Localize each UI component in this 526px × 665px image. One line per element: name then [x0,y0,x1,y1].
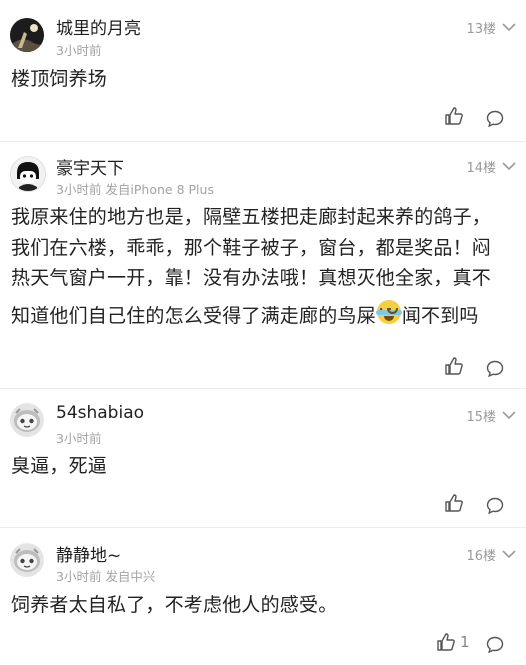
username[interactable]: 豪宇天下 [56,154,124,179]
username[interactable]: 54shabiao [56,403,144,423]
floor-number: 13楼 [466,22,496,37]
thumbs-up-icon[interactable] [444,493,464,513]
timestamp: 3小时前 发自iPhone 8 Plus [56,182,214,197]
comment-line: 闻不到吗 [401,304,479,327]
thumbs-up-icon[interactable] [436,632,456,652]
floor-number: 15楼 [466,410,496,425]
avatar[interactable] [10,156,46,192]
timestamp: 3小时前 发自中兴 [56,569,156,584]
chevron-down-icon[interactable] [502,22,516,32]
comment-bubble-icon[interactable] [486,360,504,377]
like-count: 1 [460,633,470,651]
comment-line: 楼顶饲养场 [11,68,108,90]
comment-line: 臭逼，死逼 [11,455,108,477]
comment-line: 饲养者太自私了，不考虑他人的感受。 [11,594,338,616]
crying-laughing-emoji-icon [375,299,402,324]
comment-actions [444,356,504,378]
chevron-down-icon[interactable] [502,161,516,171]
timestamp: 3小时前 [56,43,102,58]
comment-line-wrap: 知道他们自己住的怎么受得了满走廊的鸟屎 闻不到吗 [11,299,514,332]
comment-bubble-icon[interactable] [486,110,504,127]
comment-text: 饲养者太自私了，不考虑他人的感受。 [11,590,514,621]
comment-line: 知道他们自己住的怎么受得了满走廊的鸟屎 [11,304,376,327]
comment-actions [444,106,504,128]
username[interactable]: 城里的月亮 [56,14,141,39]
chevron-down-icon[interactable] [502,549,516,559]
floor-number: 14楼 [466,161,496,176]
comment-line: 我们在六楼，乖乖，那个鞋子被子，窗台，都是奖品！闷 [11,236,492,259]
comment-item: 城里的月亮 3小时前 13楼 楼顶饲养场 [0,0,526,141]
comment-text: 我原来住的地方也是，隔壁五楼把走廊封起来养的鸽子， 我们在六楼，乖乖，那个鞋子被… [11,202,514,331]
comment-text: 臭逼，死逼 [11,451,514,482]
avatar[interactable] [10,18,44,52]
comment-actions: 1 [437,632,504,654]
comment-bubble-icon[interactable] [486,636,504,653]
avatar[interactable] [10,403,44,437]
avatar[interactable] [10,543,44,577]
floor-number: 16楼 [466,549,496,564]
timestamp: 3小时前 [56,431,102,446]
thumbs-up-icon[interactable] [444,356,464,376]
comment-line: 我原来住的地方也是，隔壁五楼把走廊封起来养的鸽子， [11,206,492,228]
comment-item: 豪宇天下 3小时前 发自iPhone 8 Plus 14楼 我原来住的地方也是，… [0,142,526,388]
thumbs-up-icon[interactable] [444,106,464,126]
comment-text: 楼顶饲养场 [11,64,514,95]
username[interactable]: 静静地~ [56,541,121,566]
comment-item: 54shabiao 3小时前 15楼 臭逼，死逼 [0,389,526,527]
comment-bubble-icon[interactable] [486,497,504,514]
chevron-down-icon[interactable] [502,410,516,420]
comment-line: 热天气窗户一开，靠！没有办法哦！真想灭他全家，真不 [11,267,492,289]
comment-actions [444,493,504,515]
comment-item: 静静地~ 3小时前 发自中兴 16楼 饲养者太自私了，不考虑他人的感受。 1 [0,528,526,665]
